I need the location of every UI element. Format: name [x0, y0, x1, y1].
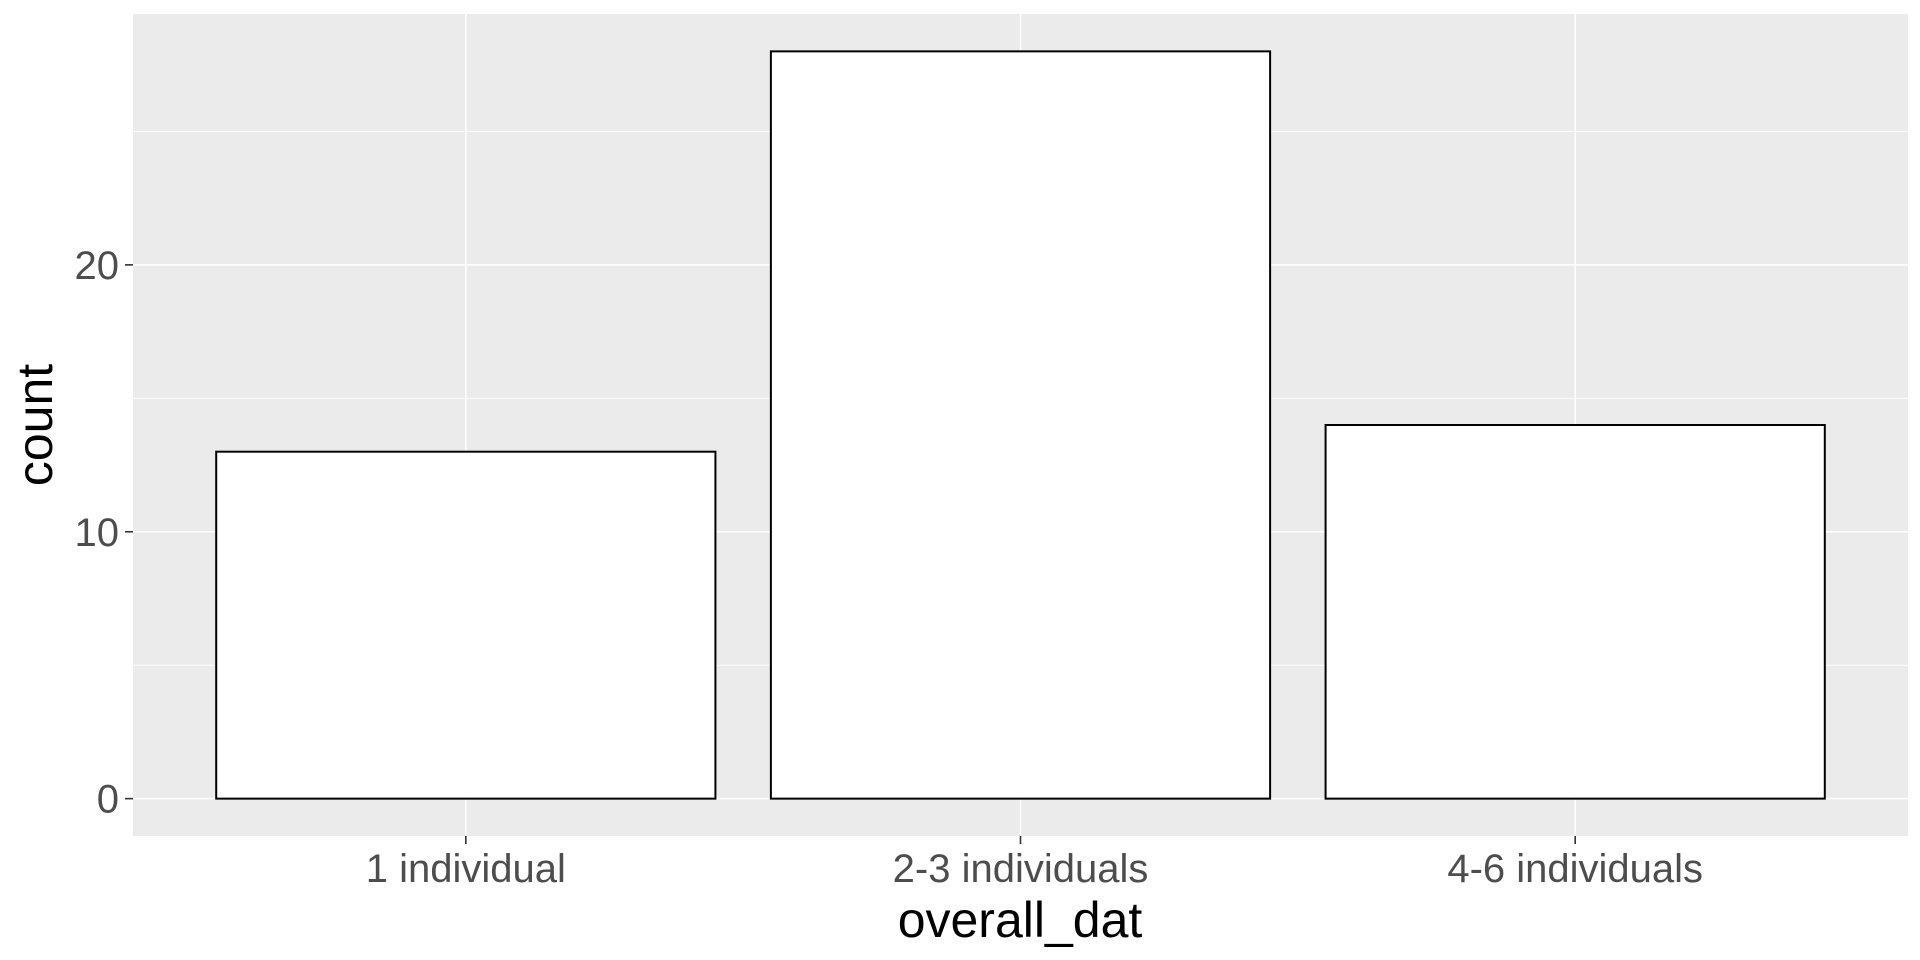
bar [769, 50, 1272, 800]
x-tick-label: 2-3 individuals [893, 847, 1149, 891]
y-tick-label: 10 [75, 511, 120, 555]
bar [1324, 424, 1826, 800]
x-axis-title: overall_dat [898, 892, 1143, 948]
bar-chart: 0 10 20 1 individual 2-3 individuals 4-6 indi… [7, 14, 1908, 948]
y-axis-title: count [7, 364, 63, 486]
y-tick-label: 0 [97, 778, 119, 822]
x-tick-label: 1 individual [366, 847, 566, 891]
bar [215, 450, 717, 800]
x-tick-label: 4-6 individuals [1447, 847, 1703, 891]
y-tick-label: 20 [75, 244, 120, 288]
